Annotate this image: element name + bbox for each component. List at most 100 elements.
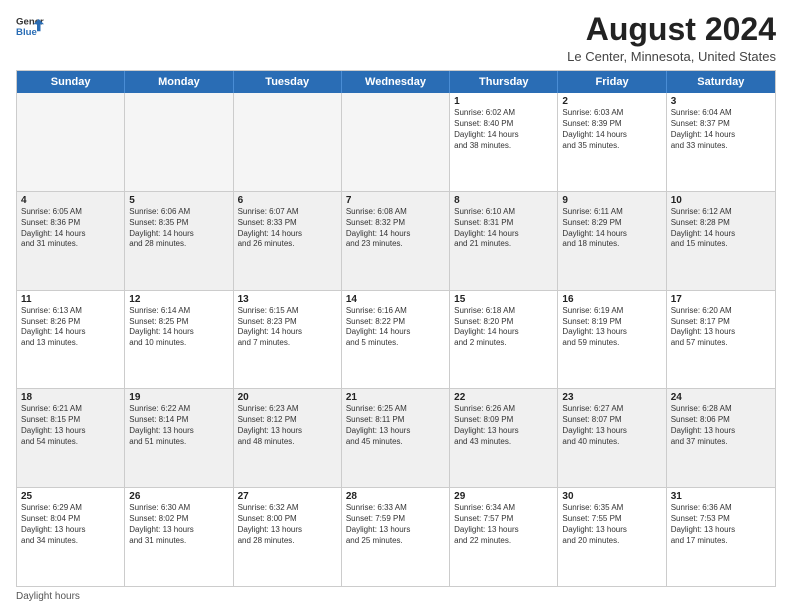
logo: General Blue <box>16 12 44 40</box>
calendar-cell: 6Sunrise: 6:07 AM Sunset: 8:33 PM Daylig… <box>234 192 342 290</box>
calendar-cell: 22Sunrise: 6:26 AM Sunset: 8:09 PM Dayli… <box>450 389 558 487</box>
calendar-cell: 8Sunrise: 6:10 AM Sunset: 8:31 PM Daylig… <box>450 192 558 290</box>
day-number: 29 <box>454 491 553 502</box>
day-info: Sunrise: 6:16 AM Sunset: 8:22 PM Dayligh… <box>346 306 445 349</box>
day-info: Sunrise: 6:03 AM Sunset: 8:39 PM Dayligh… <box>562 108 661 151</box>
day-info: Sunrise: 6:23 AM Sunset: 8:12 PM Dayligh… <box>238 404 337 447</box>
day-info: Sunrise: 6:10 AM Sunset: 8:31 PM Dayligh… <box>454 207 553 250</box>
day-info: Sunrise: 6:22 AM Sunset: 8:14 PM Dayligh… <box>129 404 228 447</box>
day-info: Sunrise: 6:14 AM Sunset: 8:25 PM Dayligh… <box>129 306 228 349</box>
calendar-header: SundayMondayTuesdayWednesdayThursdayFrid… <box>17 71 775 93</box>
calendar-cell: 1Sunrise: 6:02 AM Sunset: 8:40 PM Daylig… <box>450 93 558 191</box>
day-number: 16 <box>562 294 661 305</box>
calendar-cell: 17Sunrise: 6:20 AM Sunset: 8:17 PM Dayli… <box>667 291 775 389</box>
calendar-cell <box>234 93 342 191</box>
day-number: 11 <box>21 294 120 305</box>
calendar-cell: 9Sunrise: 6:11 AM Sunset: 8:29 PM Daylig… <box>558 192 666 290</box>
day-info: Sunrise: 6:12 AM Sunset: 8:28 PM Dayligh… <box>671 207 771 250</box>
calendar-cell: 5Sunrise: 6:06 AM Sunset: 8:35 PM Daylig… <box>125 192 233 290</box>
day-info: Sunrise: 6:11 AM Sunset: 8:29 PM Dayligh… <box>562 207 661 250</box>
calendar-week-3: 11Sunrise: 6:13 AM Sunset: 8:26 PM Dayli… <box>17 291 775 390</box>
day-info: Sunrise: 6:13 AM Sunset: 8:26 PM Dayligh… <box>21 306 120 349</box>
calendar-cell: 19Sunrise: 6:22 AM Sunset: 8:14 PM Dayli… <box>125 389 233 487</box>
day-number: 10 <box>671 195 771 206</box>
calendar-cell <box>342 93 450 191</box>
day-header-sunday: Sunday <box>17 71 125 93</box>
day-info: Sunrise: 6:06 AM Sunset: 8:35 PM Dayligh… <box>129 207 228 250</box>
calendar: SundayMondayTuesdayWednesdayThursdayFrid… <box>16 70 776 587</box>
day-header-thursday: Thursday <box>450 71 558 93</box>
calendar-cell: 7Sunrise: 6:08 AM Sunset: 8:32 PM Daylig… <box>342 192 450 290</box>
calendar-cell: 3Sunrise: 6:04 AM Sunset: 8:37 PM Daylig… <box>667 93 775 191</box>
day-info: Sunrise: 6:15 AM Sunset: 8:23 PM Dayligh… <box>238 306 337 349</box>
calendar-cell <box>125 93 233 191</box>
day-number: 19 <box>129 392 228 403</box>
day-header-saturday: Saturday <box>667 71 775 93</box>
day-info: Sunrise: 6:26 AM Sunset: 8:09 PM Dayligh… <box>454 404 553 447</box>
svg-text:Blue: Blue <box>16 27 37 38</box>
calendar-body: 1Sunrise: 6:02 AM Sunset: 8:40 PM Daylig… <box>17 93 775 586</box>
day-number: 26 <box>129 491 228 502</box>
calendar-week-4: 18Sunrise: 6:21 AM Sunset: 8:15 PM Dayli… <box>17 389 775 488</box>
day-info: Sunrise: 6:02 AM Sunset: 8:40 PM Dayligh… <box>454 108 553 151</box>
day-info: Sunrise: 6:32 AM Sunset: 8:00 PM Dayligh… <box>238 503 337 546</box>
day-info: Sunrise: 6:20 AM Sunset: 8:17 PM Dayligh… <box>671 306 771 349</box>
calendar-cell: 25Sunrise: 6:29 AM Sunset: 8:04 PM Dayli… <box>17 488 125 586</box>
day-number: 25 <box>21 491 120 502</box>
day-number: 30 <box>562 491 661 502</box>
calendar-cell: 2Sunrise: 6:03 AM Sunset: 8:39 PM Daylig… <box>558 93 666 191</box>
title-block: August 2024 Le Center, Minnesota, United… <box>567 12 776 64</box>
calendar-cell: 10Sunrise: 6:12 AM Sunset: 8:28 PM Dayli… <box>667 192 775 290</box>
day-info: Sunrise: 6:19 AM Sunset: 8:19 PM Dayligh… <box>562 306 661 349</box>
calendar-cell: 23Sunrise: 6:27 AM Sunset: 8:07 PM Dayli… <box>558 389 666 487</box>
day-info: Sunrise: 6:27 AM Sunset: 8:07 PM Dayligh… <box>562 404 661 447</box>
day-info: Sunrise: 6:18 AM Sunset: 8:20 PM Dayligh… <box>454 306 553 349</box>
calendar-cell: 29Sunrise: 6:34 AM Sunset: 7:57 PM Dayli… <box>450 488 558 586</box>
calendar-cell: 16Sunrise: 6:19 AM Sunset: 8:19 PM Dayli… <box>558 291 666 389</box>
day-info: Sunrise: 6:08 AM Sunset: 8:32 PM Dayligh… <box>346 207 445 250</box>
day-number: 5 <box>129 195 228 206</box>
calendar-cell: 31Sunrise: 6:36 AM Sunset: 7:53 PM Dayli… <box>667 488 775 586</box>
day-info: Sunrise: 6:21 AM Sunset: 8:15 PM Dayligh… <box>21 404 120 447</box>
page-title: August 2024 <box>567 12 776 47</box>
logo-icon: General Blue <box>16 12 44 40</box>
calendar-cell: 30Sunrise: 6:35 AM Sunset: 7:55 PM Dayli… <box>558 488 666 586</box>
day-number: 21 <box>346 392 445 403</box>
day-info: Sunrise: 6:07 AM Sunset: 8:33 PM Dayligh… <box>238 207 337 250</box>
day-header-monday: Monday <box>125 71 233 93</box>
day-number: 20 <box>238 392 337 403</box>
calendar-cell: 12Sunrise: 6:14 AM Sunset: 8:25 PM Dayli… <box>125 291 233 389</box>
page-subtitle: Le Center, Minnesota, United States <box>567 49 776 64</box>
day-info: Sunrise: 6:25 AM Sunset: 8:11 PM Dayligh… <box>346 404 445 447</box>
calendar-cell: 26Sunrise: 6:30 AM Sunset: 8:02 PM Dayli… <box>125 488 233 586</box>
calendar-cell: 24Sunrise: 6:28 AM Sunset: 8:06 PM Dayli… <box>667 389 775 487</box>
footer-note: Daylight hours <box>16 591 776 602</box>
calendar-cell: 27Sunrise: 6:32 AM Sunset: 8:00 PM Dayli… <box>234 488 342 586</box>
day-number: 18 <box>21 392 120 403</box>
day-info: Sunrise: 6:29 AM Sunset: 8:04 PM Dayligh… <box>21 503 120 546</box>
day-number: 6 <box>238 195 337 206</box>
day-number: 3 <box>671 96 771 107</box>
day-header-friday: Friday <box>558 71 666 93</box>
day-info: Sunrise: 6:34 AM Sunset: 7:57 PM Dayligh… <box>454 503 553 546</box>
day-number: 13 <box>238 294 337 305</box>
day-number: 22 <box>454 392 553 403</box>
day-number: 23 <box>562 392 661 403</box>
calendar-cell: 11Sunrise: 6:13 AM Sunset: 8:26 PM Dayli… <box>17 291 125 389</box>
calendar-week-2: 4Sunrise: 6:05 AM Sunset: 8:36 PM Daylig… <box>17 192 775 291</box>
day-number: 12 <box>129 294 228 305</box>
calendar-cell: 18Sunrise: 6:21 AM Sunset: 8:15 PM Dayli… <box>17 389 125 487</box>
day-info: Sunrise: 6:04 AM Sunset: 8:37 PM Dayligh… <box>671 108 771 151</box>
calendar-cell: 13Sunrise: 6:15 AM Sunset: 8:23 PM Dayli… <box>234 291 342 389</box>
day-number: 31 <box>671 491 771 502</box>
calendar-week-1: 1Sunrise: 6:02 AM Sunset: 8:40 PM Daylig… <box>17 93 775 192</box>
calendar-week-5: 25Sunrise: 6:29 AM Sunset: 8:04 PM Dayli… <box>17 488 775 586</box>
day-info: Sunrise: 6:36 AM Sunset: 7:53 PM Dayligh… <box>671 503 771 546</box>
day-header-tuesday: Tuesday <box>234 71 342 93</box>
day-info: Sunrise: 6:05 AM Sunset: 8:36 PM Dayligh… <box>21 207 120 250</box>
day-number: 27 <box>238 491 337 502</box>
day-number: 28 <box>346 491 445 502</box>
calendar-cell <box>17 93 125 191</box>
day-number: 8 <box>454 195 553 206</box>
day-info: Sunrise: 6:28 AM Sunset: 8:06 PM Dayligh… <box>671 404 771 447</box>
